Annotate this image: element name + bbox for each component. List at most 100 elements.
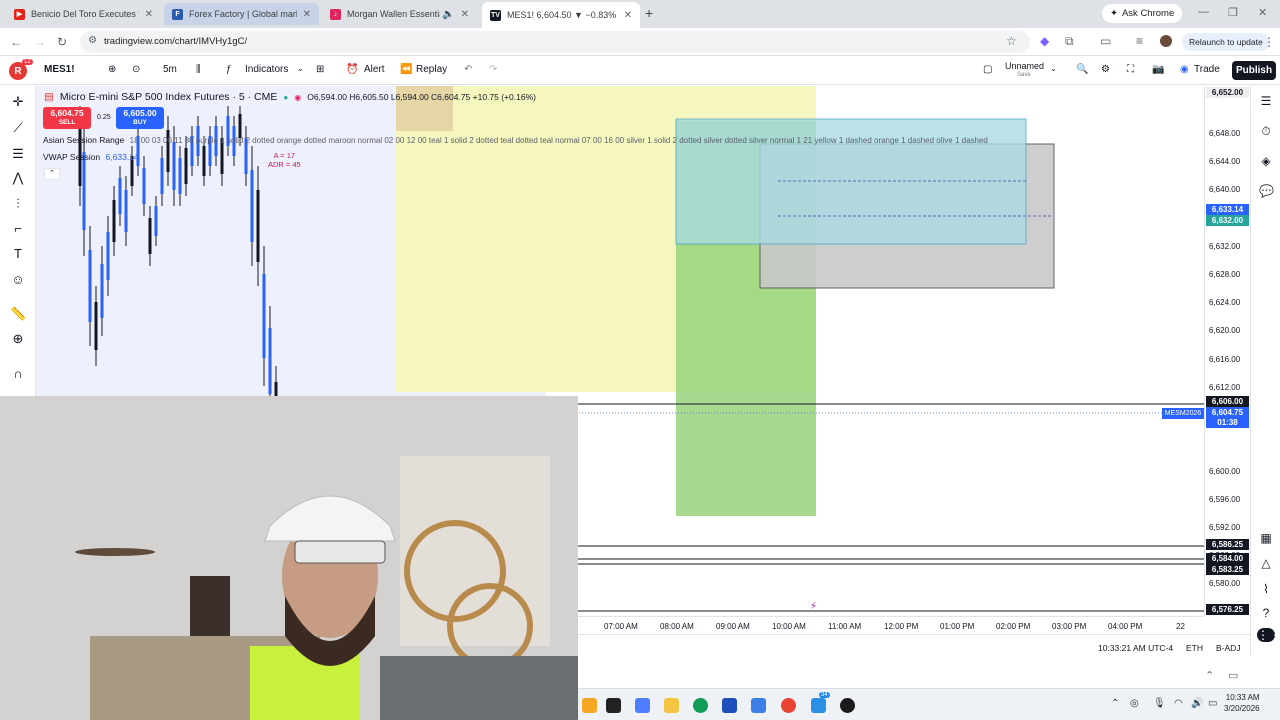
- pattern-icon[interactable]: ⋀: [10, 170, 26, 186]
- candles-icon[interactable]: ⫼: [196, 64, 201, 75]
- app-icon[interactable]: [582, 698, 597, 713]
- back-icon[interactable]: ←: [10, 35, 22, 49]
- reload-icon[interactable]: ↻: [57, 35, 67, 49]
- price-scale[interactable]: 6,648.006,644.006,640.006,636.006,632.00…: [1204, 86, 1250, 616]
- text-icon[interactable]: T: [10, 246, 26, 262]
- trade-button[interactable]: Trade: [1194, 64, 1220, 75]
- folder-icon[interactable]: [664, 698, 679, 713]
- close-window-icon[interactable]: ✕: [1258, 6, 1267, 19]
- layers-icon[interactable]: ◈: [1259, 154, 1273, 168]
- layout-name[interactable]: Unnamed: [1005, 61, 1044, 71]
- indicators-button[interactable]: Indicators: [245, 64, 288, 75]
- tray-overflow-icon[interactable]: ⌃: [1111, 698, 1119, 709]
- trendline-icon[interactable]: ⟋: [10, 120, 26, 136]
- volume-icon[interactable]: 🔊: [1191, 698, 1203, 709]
- symbol-search[interactable]: MES1!: [44, 64, 75, 75]
- teams-icon[interactable]: [811, 698, 826, 713]
- adjustment-toggle[interactable]: B-ADJ: [1216, 643, 1241, 653]
- close-tab-icon[interactable]: ✕: [303, 9, 311, 20]
- replay-icon[interactable]: ⏪: [400, 64, 412, 75]
- store-icon[interactable]: [722, 698, 737, 713]
- ruler-icon[interactable]: 📏: [10, 306, 26, 322]
- add-symbol-icon[interactable]: ⊕: [108, 64, 116, 75]
- fib-icon[interactable]: ☰: [10, 146, 26, 162]
- apps-grid-icon[interactable]: ⋮⋮: [1257, 628, 1280, 642]
- time-axis[interactable]: 07:00 AM 08:00 AM 09:00 AM 10:00 AM 11:00 AM…: [578, 616, 1204, 634]
- network-icon[interactable]: ◎: [1130, 698, 1139, 709]
- browser-tab-active[interactable]: TV MES1! 6,604.50 ▼ −0.83% Unn ✕: [482, 2, 640, 28]
- event-marker-icon[interactable]: ⚡: [810, 601, 817, 612]
- crosshair-icon[interactable]: ✛: [10, 94, 26, 110]
- chevron-down-icon[interactable]: ⌄: [1050, 64, 1057, 73]
- copilot-icon[interactable]: [635, 698, 650, 713]
- chevron-up-icon[interactable]: ⌃: [1205, 669, 1214, 682]
- projection-icon[interactable]: ⫶: [10, 196, 26, 212]
- relaunch-button[interactable]: Relaunch to update: [1182, 33, 1270, 51]
- close-tab-icon[interactable]: ✕: [145, 9, 153, 20]
- help-icon[interactable]: ?: [1259, 606, 1273, 620]
- collapse-legend-icon[interactable]: ⌃: [44, 168, 60, 180]
- templates-icon[interactable]: ⊞: [316, 64, 324, 75]
- ideas-icon[interactable]: △: [1259, 556, 1273, 570]
- browser-tab[interactable]: ♪ Morgan Wallen Essentials 🔈 ✕: [322, 3, 477, 25]
- downloads-icon[interactable]: ≡: [1136, 34, 1143, 48]
- compare-icon[interactable]: ⊙: [132, 64, 140, 75]
- obs-icon[interactable]: [840, 698, 855, 713]
- snapshot-icon[interactable]: 📷: [1152, 64, 1164, 75]
- restore-icon[interactable]: ❐: [1228, 6, 1238, 19]
- browser-tab[interactable]: ▶ Benicio Del Toro Executes the C ✕: [6, 3, 161, 25]
- magnet-icon[interactable]: ∩: [10, 366, 26, 382]
- close-tab-icon[interactable]: ✕: [624, 10, 632, 21]
- browser-tab[interactable]: F Forex Factory | Global markets ✕: [164, 3, 319, 25]
- fullscreen-icon[interactable]: ⛶: [1127, 64, 1134, 75]
- battery-icon[interactable]: ▭: [1208, 698, 1217, 709]
- zoom-icon[interactable]: ⊕: [10, 331, 26, 347]
- layout-icon[interactable]: ▢: [983, 64, 992, 75]
- quick-search-icon[interactable]: 🔍: [1076, 64, 1088, 75]
- settings-icon[interactable]: ⚙: [1101, 64, 1110, 75]
- chevron-down-icon[interactable]: ⌄: [297, 64, 304, 73]
- url-text[interactable]: tradingview.com/chart/IMVHy1gC/: [104, 36, 247, 47]
- profile-avatar[interactable]: [1160, 35, 1172, 47]
- redo-icon[interactable]: ↷: [489, 64, 497, 75]
- indicators-icon[interactable]: ƒ: [226, 64, 232, 75]
- asian-session-indicator[interactable]: Asian Session Range 18 00 03 00 11 30 pu…: [43, 135, 988, 145]
- site-info-icon[interactable]: ⚙: [88, 35, 97, 46]
- alerts-clock-icon[interactable]: ⏱: [1259, 124, 1273, 139]
- undo-icon[interactable]: ↶: [464, 64, 472, 75]
- edge-icon[interactable]: [693, 698, 708, 713]
- publish-button[interactable]: Publish: [1232, 61, 1276, 80]
- close-tab-icon[interactable]: ✕: [461, 9, 469, 20]
- server-time[interactable]: 10:33:21 AM UTC-4: [1098, 643, 1173, 653]
- calendar-icon[interactable]: ▦: [1259, 531, 1273, 545]
- maximize-panel-icon[interactable]: ▭: [1228, 669, 1238, 682]
- session-toggle[interactable]: ETH: [1186, 643, 1203, 653]
- brush-icon[interactable]: ⌐: [10, 221, 26, 237]
- chrome-icon[interactable]: [781, 698, 796, 713]
- vwap-indicator[interactable]: VWAP Session 6,633.14: [43, 152, 139, 162]
- new-tab-button[interactable]: +: [645, 5, 653, 21]
- minimize-icon[interactable]: —: [1198, 6, 1209, 18]
- replay-button[interactable]: Replay: [416, 64, 447, 75]
- alert-button[interactable]: Alert: [364, 64, 385, 75]
- forward-icon[interactable]: →: [34, 35, 46, 49]
- ask-chrome-button[interactable]: ✦ Ask Chrome: [1102, 4, 1183, 23]
- kebab-menu-icon[interactable]: ⋮: [1263, 35, 1275, 49]
- watchlist-icon[interactable]: ☰: [1259, 94, 1273, 108]
- puzzle-icon[interactable]: ⧉: [1065, 34, 1074, 49]
- sidepanel-icon[interactable]: ▭: [1100, 34, 1111, 48]
- mic-icon[interactable]: 🎙: [1153, 698, 1166, 709]
- terminal-icon[interactable]: [606, 698, 621, 713]
- streams-icon[interactable]: ⌇: [1259, 582, 1273, 596]
- sell-button[interactable]: 6,604.75 SELL: [43, 107, 91, 129]
- buy-button[interactable]: 6,605.00 BUY: [116, 107, 164, 129]
- wifi-icon[interactable]: ◠: [1174, 698, 1183, 709]
- interval-button[interactable]: 5m: [163, 64, 177, 75]
- omnibox[interactable]: ⚙ tradingview.com/chart/IMVHy1gC/ ☆: [80, 31, 1030, 53]
- chat-icon[interactable]: 💬: [1259, 184, 1274, 198]
- alert-icon[interactable]: ⏰: [346, 64, 358, 75]
- emoji-icon[interactable]: ☺: [10, 272, 26, 288]
- symbol-title[interactable]: Micro E-mini S&P 500 Index Futures · 5 ·…: [60, 91, 277, 103]
- speaker-icon[interactable]: 🔈: [442, 9, 454, 20]
- system-clock[interactable]: 10:33 AM 3/20/2026: [1224, 692, 1260, 714]
